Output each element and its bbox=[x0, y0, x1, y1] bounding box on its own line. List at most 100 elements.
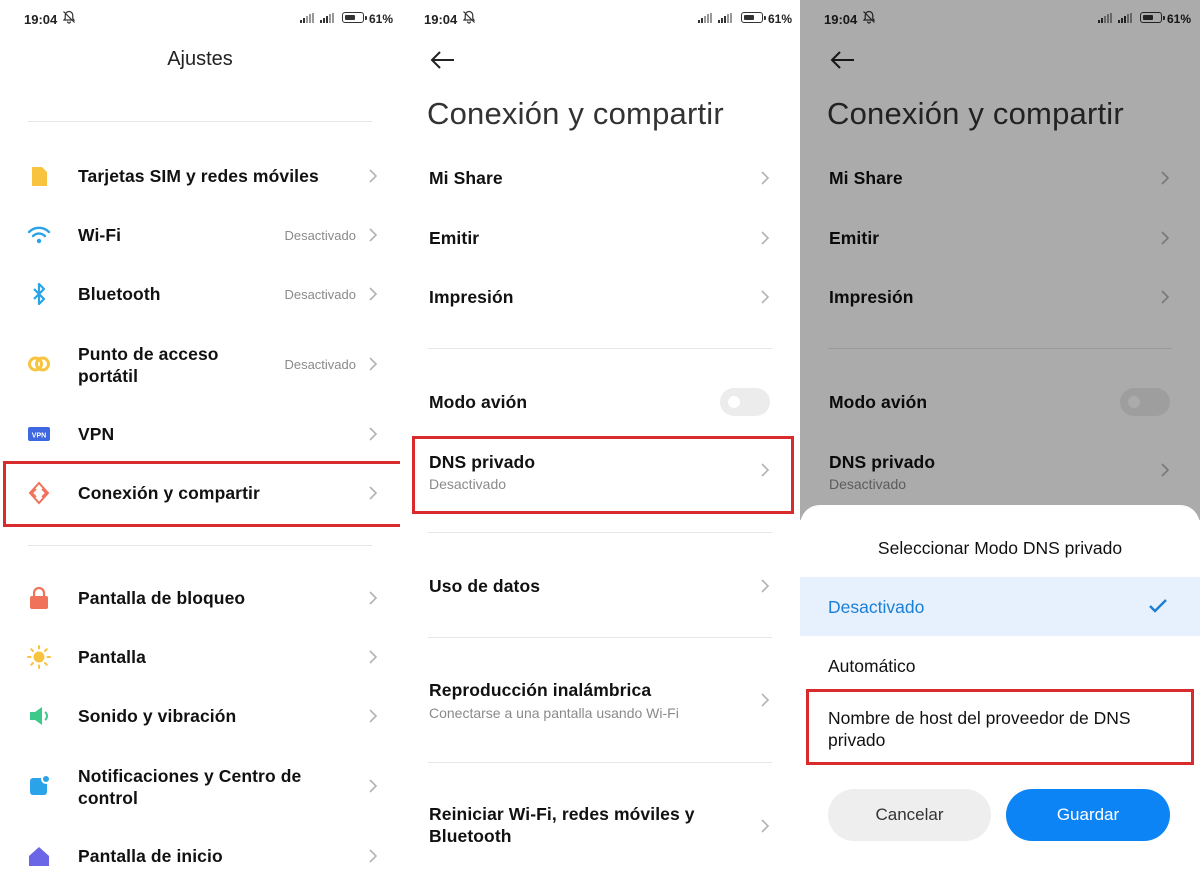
menu-item-wireless-display[interactable]: Reproducción inalámbrica Conectarse a un… bbox=[400, 668, 800, 732]
menu-item-mi-share[interactable]: Mi Share bbox=[800, 152, 1200, 204]
settings-item-display[interactable]: Pantalla bbox=[0, 631, 400, 683]
settings-screen: 19:04 61% Ajustes Tarjetas SIM y redes m… bbox=[0, 0, 400, 871]
battery-percent: 61% bbox=[369, 12, 394, 26]
menu-item-cast[interactable]: Emitir bbox=[800, 212, 1200, 264]
option-disabled[interactable]: Desactivado bbox=[800, 577, 1200, 636]
settings-item-sim[interactable]: Tarjetas SIM y redes móviles bbox=[0, 150, 400, 202]
settings-item-label: Sonido y vibración bbox=[78, 706, 237, 726]
settings-item-bluetooth[interactable]: Bluetooth Desactivado bbox=[0, 268, 400, 320]
chevron-right-icon bbox=[369, 228, 378, 242]
chevron-right-icon bbox=[369, 591, 378, 605]
airplane-mode-toggle[interactable] bbox=[720, 388, 770, 416]
home-icon bbox=[29, 847, 49, 866]
back-arrow-icon[interactable] bbox=[428, 48, 456, 72]
private-dns-dialog-screen: 19:04 61% Conexión y compartir Mi Share … bbox=[800, 0, 1200, 871]
lock-icon bbox=[30, 586, 48, 609]
signal-icon bbox=[698, 13, 712, 23]
vpn-badge-text: VPN bbox=[32, 433, 46, 440]
page-title: Conexión y compartir bbox=[827, 96, 1124, 131]
save-button[interactable]: Guardar bbox=[1006, 789, 1170, 841]
cancel-button[interactable]: Cancelar bbox=[828, 789, 991, 841]
menu-item-label: Modo avión bbox=[829, 392, 928, 412]
notification-icon bbox=[30, 774, 51, 795]
settings-item-label: Pantalla de inicio bbox=[78, 846, 223, 866]
sim-icon bbox=[32, 167, 47, 186]
chevron-right-icon bbox=[369, 779, 378, 793]
status-bar: 19:04 61% bbox=[400, 0, 800, 36]
status-time: 19:04 bbox=[824, 12, 858, 27]
menu-item-reset-network[interactable]: Reiniciar Wi-Fi, redes móviles y Bluetoo… bbox=[400, 795, 800, 855]
back-arrow-icon[interactable] bbox=[828, 48, 856, 72]
settings-item-label: Wi-Fi bbox=[78, 225, 122, 245]
battery-icon bbox=[342, 12, 367, 23]
battery-percent: 61% bbox=[1167, 12, 1192, 26]
settings-item-label: VPN bbox=[78, 424, 115, 444]
chevron-right-icon bbox=[761, 819, 770, 833]
divider bbox=[428, 532, 772, 533]
settings-item-wifi[interactable]: Wi-Fi Desactivado bbox=[0, 209, 400, 261]
menu-item-label: Impresión bbox=[429, 287, 514, 307]
menu-item-airplane-mode[interactable]: Modo avión bbox=[400, 376, 800, 428]
vpn-icon: VPN bbox=[28, 427, 50, 441]
page-title: Conexión y compartir bbox=[427, 96, 724, 131]
speaker-icon bbox=[30, 707, 48, 725]
option-automatic[interactable]: Automático bbox=[800, 638, 1200, 694]
chevron-right-icon bbox=[761, 171, 770, 185]
menu-item-private-dns[interactable]: DNS privado Desactivado bbox=[800, 440, 1200, 500]
menu-item-cast[interactable]: Emitir bbox=[400, 212, 800, 264]
settings-item-label: Punto de acceso portátil bbox=[78, 344, 219, 386]
chevron-right-icon bbox=[369, 849, 378, 863]
highlight-box-connection-share bbox=[3, 461, 400, 527]
menu-item-airplane-mode[interactable]: Modo avión bbox=[800, 376, 1200, 428]
signal-icon bbox=[718, 13, 732, 23]
menu-item-printing[interactable]: Impresión bbox=[800, 271, 1200, 323]
bluetooth-icon bbox=[33, 282, 46, 306]
chevron-right-icon bbox=[1161, 290, 1170, 304]
settings-item-hotspot[interactable]: Punto de acceso portátil Desactivado bbox=[0, 335, 400, 395]
menu-item-mi-share[interactable]: Mi Share bbox=[400, 152, 800, 204]
menu-item-data-usage[interactable]: Uso de datos bbox=[400, 560, 800, 612]
chevron-right-icon bbox=[369, 709, 378, 723]
chevron-right-icon bbox=[1161, 231, 1170, 245]
chevron-right-icon bbox=[761, 693, 770, 707]
mute-bell-icon bbox=[462, 10, 476, 24]
chevron-right-icon bbox=[369, 357, 378, 371]
menu-item-label: Impresión bbox=[829, 287, 914, 307]
chevron-right-icon bbox=[369, 287, 378, 301]
menu-item-subtitle: Desactivado bbox=[829, 476, 907, 492]
highlight-box-private-dns bbox=[412, 436, 794, 514]
settings-item-value: Desactivado bbox=[284, 287, 356, 302]
chevron-right-icon bbox=[1161, 463, 1170, 477]
signal-icon bbox=[1118, 13, 1132, 23]
menu-item-label: Reiniciar Wi-Fi, redes móviles y Bluetoo… bbox=[429, 804, 695, 846]
menu-item-printing[interactable]: Impresión bbox=[400, 271, 800, 323]
settings-item-lock-screen[interactable]: Pantalla de bloqueo bbox=[0, 572, 400, 624]
chevron-right-icon bbox=[761, 579, 770, 593]
divider bbox=[828, 348, 1172, 349]
status-time: 19:04 bbox=[24, 12, 58, 27]
settings-item-vpn[interactable]: VPN VPN bbox=[0, 408, 400, 460]
chevron-right-icon bbox=[761, 290, 770, 304]
menu-item-label: DNS privado bbox=[829, 452, 936, 472]
status-time: 19:04 bbox=[424, 12, 458, 27]
chevron-right-icon bbox=[369, 427, 378, 441]
battery-icon bbox=[1140, 12, 1165, 23]
airplane-mode-toggle[interactable] bbox=[1120, 388, 1170, 416]
divider bbox=[28, 545, 372, 546]
chevron-right-icon bbox=[369, 169, 378, 183]
sun-icon bbox=[27, 645, 51, 669]
battery-percent: 61% bbox=[768, 12, 793, 26]
sheet-title: Seleccionar Modo DNS privado bbox=[877, 538, 1123, 558]
chevron-right-icon bbox=[761, 231, 770, 245]
signal-icon bbox=[300, 13, 314, 23]
settings-item-sound[interactable]: Sonido y vibración bbox=[0, 690, 400, 742]
settings-item-label: Tarjetas SIM y redes móviles bbox=[78, 166, 319, 186]
settings-item-notifications[interactable]: Notificaciones y Centro de control bbox=[0, 757, 400, 817]
menu-item-label: Modo avión bbox=[429, 392, 528, 412]
menu-item-label: Emitir bbox=[829, 228, 880, 248]
page-title: Ajustes bbox=[167, 48, 233, 70]
settings-item-home-screen[interactable]: Pantalla de inicio bbox=[0, 830, 400, 871]
divider bbox=[428, 637, 772, 638]
menu-item-label: Emitir bbox=[429, 228, 480, 248]
chevron-right-icon bbox=[369, 650, 378, 664]
